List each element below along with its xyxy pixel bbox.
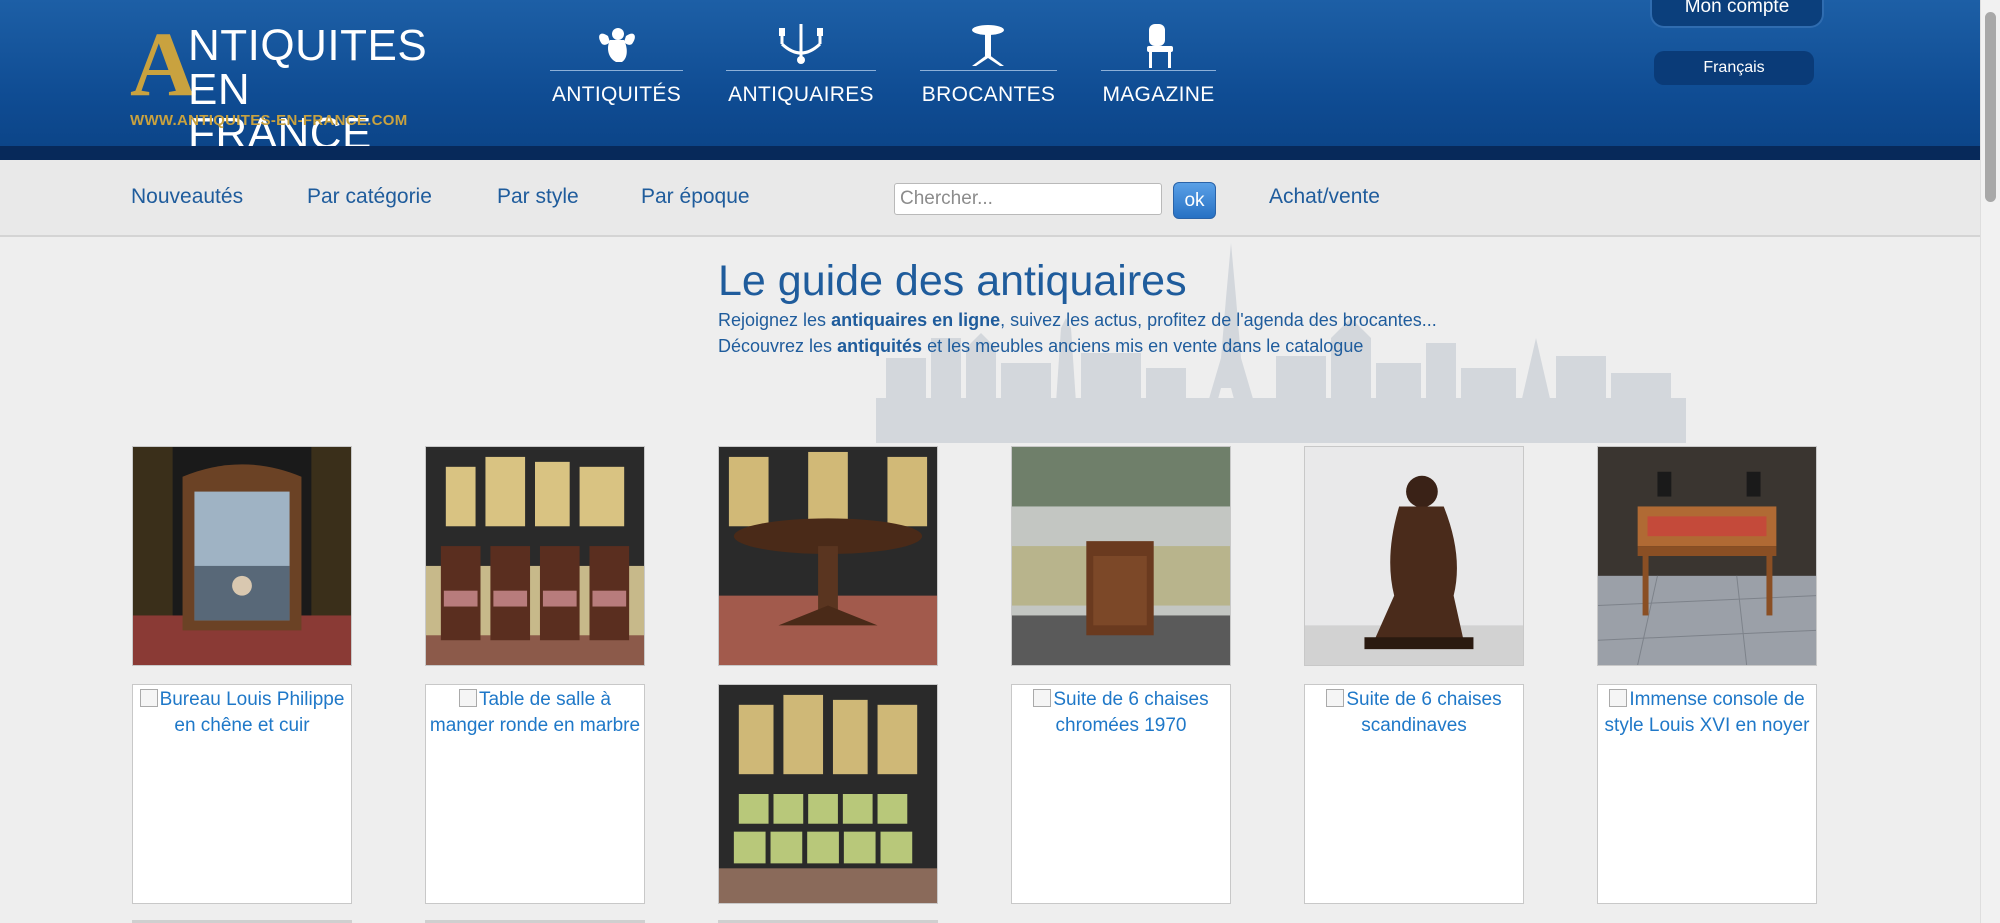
page-scrollbar[interactable] [1980,0,2000,923]
nav-divider [1101,70,1216,71]
angel-icon [550,22,683,70]
product-card[interactable]: Bureau Louis Philippe en chêne et cuir [132,684,352,904]
product-card[interactable]: Suite de 6 chaises chromées 1970 [1011,684,1231,904]
subnav-par-epoque[interactable]: Par époque [641,185,750,209]
broken-image-icon [139,689,158,707]
scrollbar-thumb[interactable] [1985,12,1996,202]
language-selector[interactable]: Français [1654,51,1814,85]
intro-link-antiquaires[interactable]: antiquaires en ligne [831,310,1000,330]
product-image-carved-mirror [133,447,351,665]
broken-image-icon [1609,689,1628,707]
product-alt-text: Immense console de style Louis XVI en no… [1598,685,1816,741]
product-image-green-chairs [719,685,937,903]
nav-brocantes-label: BROCANTES [921,83,1056,106]
search-input[interactable] [894,183,1162,215]
nav-antiquites-label: ANTIQUITÉS [551,83,681,106]
product-image-four-chairs [426,447,644,665]
product-title: Suite de 6 chaises scandinaves [1346,689,1502,736]
intro-text: et les meubles anciens mis en vente dans… [922,336,1364,356]
nav-divider [550,70,683,71]
chandelier-icon [726,22,876,70]
product-image-cylinder-desk [1598,447,1816,665]
subnav-par-style[interactable]: Par style [497,185,579,209]
my-account-button[interactable]: Mon compte [1650,0,1824,28]
page-title: Le guide des antiquaires [718,257,1187,305]
intro-text: Rejoignez les [718,310,832,330]
logo-url: WWW.ANTIQUITES-EN-FRANCE.COM [130,112,408,129]
site-logo[interactable]: A NTIQUITES EN FRANCE WWW.ANTIQUITES-EN-… [130,18,435,156]
nav-antiquaires[interactable]: ANTIQUAIRES [726,22,876,112]
logo-text-line1: NTIQUITES [188,21,428,70]
product-card[interactable] [718,446,938,666]
product-card[interactable] [132,446,352,666]
product-title: Bureau Louis Philippe en chêne et cuir [159,689,345,736]
intro-text: Découvrez les [718,336,838,356]
product-card[interactable]: Immense console de style Louis XVI en no… [1597,684,1817,904]
product-title: Immense console de style Louis XVI en no… [1604,689,1810,736]
product-card[interactable] [1597,446,1817,666]
product-image-bronze-statue [1305,447,1523,665]
pedestal-table-icon [920,22,1057,70]
nav-divider [920,70,1057,71]
product-image-round-table [719,447,937,665]
site-header: A NTIQUITES EN FRANCE WWW.ANTIQUITES-EN-… [0,0,1980,160]
product-card[interactable]: Suite de 6 chaises scandinaves [1304,684,1524,904]
intro-text: , suivez les actus, profitez de l'agenda… [1000,310,1437,330]
product-card[interactable] [1304,446,1524,666]
product-card[interactable] [718,684,938,904]
product-image-small-cabinet [1012,447,1230,665]
broken-image-icon [458,689,477,707]
subnav-par-categorie[interactable]: Par catégorie [307,185,432,209]
header-divider-strip [0,146,1980,160]
product-alt-text: Suite de 6 chaises chromées 1970 [1012,685,1230,741]
product-alt-text: Table de salle à manger ronde en marbre [426,685,644,741]
product-card[interactable] [425,446,645,666]
chair-icon [1101,22,1216,70]
broken-image-icon [1326,689,1345,707]
intro-line-1: Rejoignez les antiquaires en ligne, suiv… [718,310,1437,331]
nav-antiquaires-label: ANTIQUAIRES [728,83,874,106]
nav-magazine-label: MAGAZINE [1102,83,1215,106]
nav-antiquites[interactable]: ANTIQUITÉS [550,22,683,112]
search-ok-button[interactable]: ok [1173,182,1216,219]
subnav-nouveautes[interactable]: Nouveautés [131,185,243,209]
product-alt-text: Suite de 6 chaises scandinaves [1305,685,1523,741]
intro-link-antiquites[interactable]: antiquités [837,336,922,356]
nav-magazine[interactable]: MAGAZINE [1101,22,1216,112]
intro-line-2: Découvrez les antiquités et les meubles … [718,336,1363,357]
nav-divider [726,70,876,71]
nav-brocantes[interactable]: BROCANTES [920,22,1057,112]
product-title: Suite de 6 chaises chromées 1970 [1053,689,1209,736]
product-card[interactable] [1011,446,1231,666]
subnav-achat-vente[interactable]: Achat/vente [1269,185,1380,209]
logo-letter: A [130,13,197,115]
product-card[interactable]: Table de salle à manger ronde en marbre [425,684,645,904]
product-alt-text: Bureau Louis Philippe en chêne et cuir [133,685,351,741]
broken-image-icon [1033,689,1052,707]
